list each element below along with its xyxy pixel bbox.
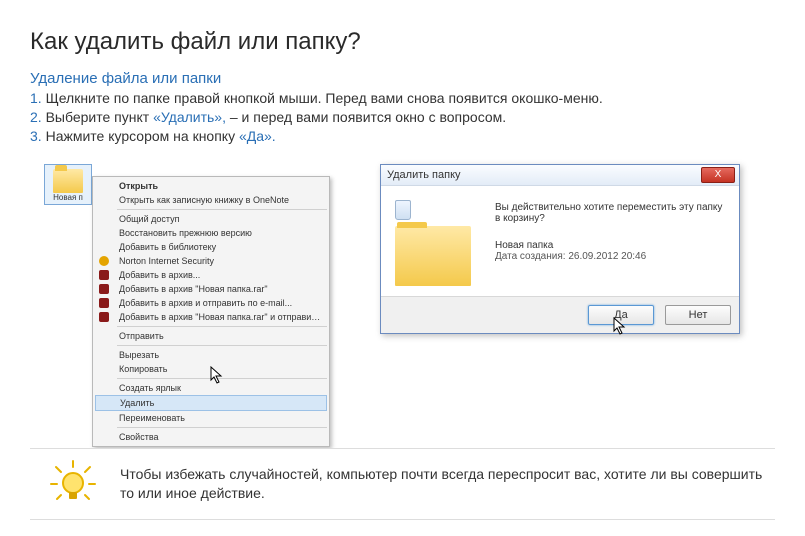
- step-1-text: Щелкните по папке правой кнопкой мыши. П…: [46, 90, 603, 106]
- tip-box: Чтобы избежать случайностей, компьютер п…: [30, 448, 775, 520]
- ctx-onenote[interactable]: Открыть как записную книжку в OneNote: [93, 193, 329, 207]
- ctx-open[interactable]: Открыть: [93, 179, 329, 193]
- step-3-text-a: Нажмите курсором на кнопку: [46, 128, 239, 144]
- dialog-titlebar: Удалить папку X: [381, 165, 739, 186]
- ctx-send[interactable]: Отправить: [93, 329, 329, 343]
- ctx-norton[interactable]: Norton Internet Security: [93, 254, 329, 268]
- ctx-library[interactable]: Добавить в библиотеку: [93, 240, 329, 254]
- step-2-keyword: «Удалить»,: [153, 109, 226, 125]
- folder-icon: [53, 169, 83, 193]
- dialog-question: Вы действительно хотите переместить эту …: [495, 202, 725, 224]
- step-3: 3. Нажмите курсором на кнопку «Да».: [30, 127, 775, 146]
- tip-text: Чтобы избежать случайностей, компьютер п…: [120, 466, 762, 501]
- ctx-addemail[interactable]: Добавить в архив и отправить по e-mail..…: [93, 296, 329, 310]
- page-title: Как удалить файл или папку?: [30, 28, 775, 56]
- archive-icon: [99, 312, 109, 322]
- dialog-title-text: Удалить папку: [387, 169, 461, 181]
- ctx-rename[interactable]: Переименовать: [93, 411, 329, 425]
- archive-icon: [99, 284, 109, 294]
- section-subtitle: Удаление файла или папки: [30, 70, 775, 87]
- dialog-folder-date: Дата создания: 26.09.2012 20:46: [495, 251, 725, 262]
- ctx-share[interactable]: Общий доступ: [93, 212, 329, 226]
- ctx-addraremail[interactable]: Добавить в архив "Новая папка.rar" и отп…: [93, 310, 329, 324]
- context-menu-illustration: Новая п Открыть Открыть как записную кни…: [30, 164, 340, 414]
- ctx-shortcut[interactable]: Создать ярлык: [93, 381, 329, 395]
- steps-list: 1. Щелкните по папке правой кнопкой мыши…: [30, 89, 775, 146]
- step-2-text-b: – и перед вами появится окно с вопросом.: [226, 109, 506, 125]
- ctx-restore[interactable]: Восстановить прежнюю версию: [93, 226, 329, 240]
- ctx-copy[interactable]: Копировать: [93, 362, 329, 376]
- ctx-delete[interactable]: Удалить: [95, 395, 327, 411]
- lightbulb-icon: [48, 459, 98, 509]
- close-button[interactable]: X: [701, 167, 735, 183]
- dialog-folder-name: Новая папка: [495, 240, 725, 251]
- step-2-text-a: Выберите пункт: [46, 109, 153, 125]
- yes-button[interactable]: Да: [588, 305, 654, 325]
- delete-dialog: Удалить папку X Вы действительно хотите …: [380, 164, 740, 334]
- ctx-cut[interactable]: Вырезать: [93, 348, 329, 362]
- dialog-folder-graphic: [395, 200, 479, 286]
- step-2-num: 2.: [30, 109, 42, 125]
- step-3-keyword: «Да».: [239, 128, 276, 144]
- dialog-buttons: Да Нет: [381, 296, 739, 333]
- recycle-bin-icon: [395, 200, 411, 220]
- norton-icon: [99, 256, 109, 266]
- step-2: 2. Выберите пункт «Удалить», – и перед в…: [30, 108, 775, 127]
- archive-icon: [99, 298, 109, 308]
- folder-label: Новая п: [47, 193, 89, 202]
- ctx-addrar[interactable]: Добавить в архив "Новая папка.rar": [93, 282, 329, 296]
- folder-icon: [395, 226, 471, 286]
- archive-icon: [99, 270, 109, 280]
- step-1-num: 1.: [30, 90, 42, 106]
- ctx-props[interactable]: Свойства: [93, 430, 329, 444]
- no-button[interactable]: Нет: [665, 305, 731, 325]
- folder-thumb[interactable]: Новая п: [44, 164, 92, 205]
- step-1: 1. Щелкните по папке правой кнопкой мыши…: [30, 89, 775, 108]
- ctx-addarch[interactable]: Добавить в архив...: [93, 268, 329, 282]
- step-3-num: 3.: [30, 128, 42, 144]
- context-menu: Открыть Открыть как записную книжку в On…: [92, 176, 330, 447]
